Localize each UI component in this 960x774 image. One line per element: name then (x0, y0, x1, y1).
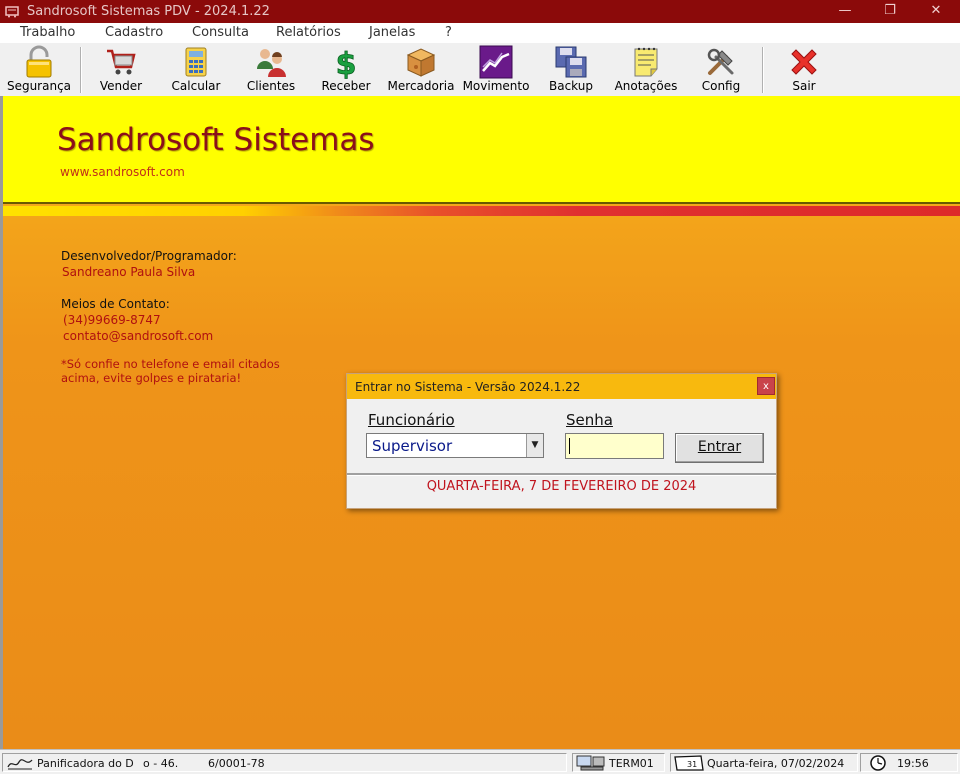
website-link[interactable]: www.sandrosoft.com (60, 165, 185, 179)
users-icon (257, 49, 286, 77)
warning-line-1: *Só confie no telefone e email citados (61, 357, 280, 371)
padlock-icon (26, 45, 52, 78)
app-icon (5, 6, 19, 18)
toolbar-separator (80, 47, 82, 93)
clientes-label: Clientes (246, 79, 296, 93)
entrar-button-label: Entrar (697, 439, 742, 455)
status-bar: Panificadora do D o - 46. 6/0001-78 TERM… (0, 749, 960, 774)
title-bar: Sandrosoft Sistemas PDV - 2024.1.22 — ❐ … (0, 0, 960, 23)
brand-banner: Sandrosoft Sistemas www.sandrosoft.com (3, 96, 960, 204)
calendar-icon: 31 (674, 755, 704, 771)
svg-text:31: 31 (687, 760, 697, 769)
status-time-panel: 19:56 (860, 753, 958, 772)
calculator-icon (185, 47, 207, 77)
contact-phone: (34)99669-8747 (63, 313, 161, 327)
clock-icon (870, 755, 886, 771)
close-window-button[interactable]: ✕ (913, 0, 959, 23)
status-time: 19:56 (897, 757, 929, 770)
password-input[interactable] (565, 433, 664, 459)
status-company-id-b: 6/0001-78 (208, 757, 265, 770)
status-date-panel: 31 Quarta-feira, 07/02/2024 (670, 753, 858, 772)
floppy-disk-icon (555, 46, 587, 78)
receber-label: Receber (321, 79, 371, 93)
exit-x-icon (791, 49, 817, 75)
text-caret (569, 438, 570, 454)
calcular-label: Calcular (171, 79, 221, 93)
developer-name: Sandreano Paula Silva (62, 265, 196, 279)
backup-label: Backup (549, 79, 593, 93)
calcular-button[interactable]: Calcular (163, 43, 229, 96)
backup-button[interactable]: Backup (538, 43, 604, 96)
dollar-icon: $ (335, 47, 357, 79)
movimento-label: Movimento (462, 79, 530, 93)
clientes-button[interactable]: Clientes (238, 43, 304, 96)
menu-consulta[interactable]: Consulta (192, 25, 249, 40)
computer-icon (576, 755, 605, 771)
warning-line-2: acima, evite golpes e pirataria! (61, 371, 242, 385)
config-button[interactable]: Config (688, 43, 754, 96)
restore-button[interactable]: ❐ (867, 0, 913, 23)
dialog-title: Entrar no Sistema - Versão 2024.1.22 (355, 380, 581, 394)
shopping-cart-icon (107, 49, 136, 75)
menu-janelas[interactable]: Janelas (369, 25, 415, 40)
anotacoes-button[interactable]: Anotações (612, 43, 680, 96)
notes-icon (634, 47, 658, 77)
window-title: Sandrosoft Sistemas PDV - 2024.1.22 (27, 4, 270, 19)
gradient-stripe (3, 206, 960, 216)
vender-button[interactable]: Vender (88, 43, 154, 96)
menu-relatorios[interactable]: Relatórios (276, 25, 341, 40)
developer-label: Desenvolvedor/Programador: (61, 249, 237, 263)
minimize-button[interactable]: — (822, 0, 868, 23)
chart-icon (479, 45, 513, 79)
menu-bar: Trabalho Cadastro Consulta Relatórios Ja… (0, 23, 960, 43)
seguranca-label: Segurança (6, 79, 72, 93)
chevron-down-icon[interactable]: ▼ (526, 434, 543, 457)
toolbar-separator (762, 47, 764, 93)
config-label: Config (701, 79, 741, 93)
sair-button[interactable]: Sair (771, 43, 837, 96)
seguranca-button[interactable]: Segurança (4, 43, 74, 96)
status-terminal-panel: TERM01 (572, 753, 665, 772)
anotacoes-label: Anotações (614, 79, 678, 93)
status-company-panel: Panificadora do D o - 46. 6/0001-78 (2, 753, 567, 772)
employee-label: Funcionário (368, 411, 455, 429)
menu-trabalho[interactable]: Trabalho (20, 25, 75, 40)
signature-icon (7, 759, 33, 770)
movimento-button[interactable]: Movimento (461, 43, 531, 96)
mercadoria-button[interactable]: Mercadoria (387, 43, 455, 96)
svg-text:$: $ (336, 47, 357, 79)
dialog-date: QUARTA-FEIRA, 7 DE FEVEREIRO DE 2024 (426, 479, 697, 494)
mercadoria-label: Mercadoria (387, 79, 455, 93)
receber-button[interactable]: $ Receber (313, 43, 379, 96)
package-icon (406, 48, 436, 77)
contact-label: Meios de Contato: (61, 297, 170, 311)
password-label: Senha (566, 411, 613, 429)
toolbar: Segurança Vender Calcular Clientes $ Rec… (0, 43, 960, 97)
status-company-name: Panificadora do D (37, 757, 134, 770)
dialog-close-button[interactable]: x (757, 377, 775, 395)
tools-icon (707, 48, 734, 75)
dialog-title-bar: Entrar no Sistema - Versão 2024.1.22 x (347, 374, 776, 399)
menu-help[interactable]: ? (445, 25, 452, 40)
employee-label-text: Funcionário (368, 411, 455, 429)
sair-label: Sair (792, 79, 816, 93)
banner-divider (3, 202, 960, 204)
contact-email: contato@sandrosoft.com (63, 329, 214, 343)
status-date: Quarta-feira, 07/02/2024 (707, 757, 845, 770)
employee-select-value: Supervisor (372, 437, 453, 455)
dialog-divider (347, 473, 776, 476)
company-name: Sandrosoft Sistemas (57, 122, 375, 158)
status-company-id-a: o - 46. (143, 757, 179, 770)
status-terminal: TERM01 (609, 757, 654, 770)
login-dialog: Entrar no Sistema - Versão 2024.1.22 x F… (346, 373, 777, 509)
password-label-text: Senha (566, 411, 613, 429)
menu-cadastro[interactable]: Cadastro (105, 25, 163, 40)
employee-select[interactable]: Supervisor ▼ (366, 433, 544, 458)
vender-label: Vender (99, 79, 143, 93)
entrar-button[interactable]: Entrar (675, 433, 764, 463)
